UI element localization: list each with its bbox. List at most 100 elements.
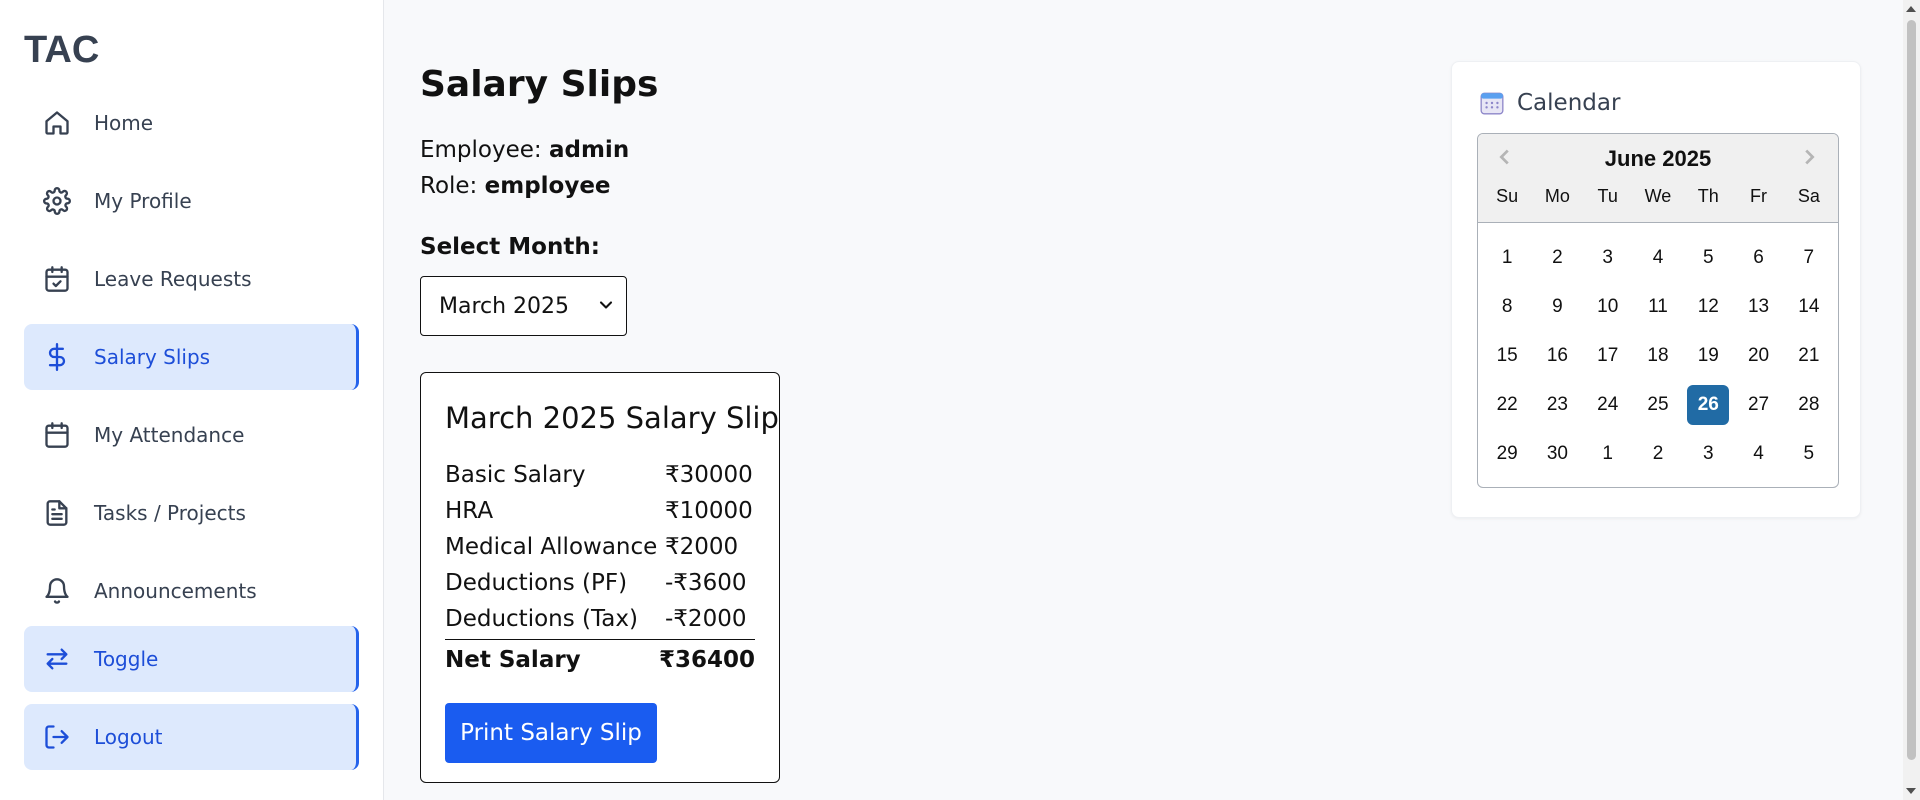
sidebar-item-label: Announcements: [94, 579, 257, 603]
sidebar: TAC Home My Profile Leave Requests Salar…: [0, 0, 384, 800]
calendar-day-selected[interactable]: 26: [1687, 384, 1730, 425]
home-icon: [42, 108, 72, 138]
net-salary-label: Net Salary: [445, 646, 581, 673]
salary-row-label: Basic Salary: [445, 462, 586, 488]
calendar-week-row: 22 23 24 25 26 27 28: [1482, 380, 1834, 429]
calendar-day[interactable]: 4: [1737, 434, 1779, 474]
calendar-day[interactable]: 1: [1587, 434, 1629, 474]
salary-row-value: -₹2000: [665, 606, 747, 632]
salary-row-label: Deductions (Tax): [445, 606, 638, 632]
calendar-day[interactable]: 10: [1587, 287, 1629, 327]
net-salary-value: ₹36400: [658, 646, 755, 673]
calendar-day[interactable]: 7: [1788, 238, 1830, 278]
salary-row-pf: Deductions (PF) -₹3600: [445, 565, 755, 601]
calendar-day[interactable]: 3: [1587, 238, 1629, 278]
calendar-day[interactable]: 19: [1687, 336, 1729, 376]
salary-row-value: ₹30000: [665, 462, 753, 488]
net-salary-row: Net Salary ₹36400: [445, 639, 755, 679]
sidebar-item-label: My Attendance: [94, 423, 245, 447]
calendar-header: Calendar: [1479, 90, 1620, 116]
calendar-day[interactable]: 3: [1687, 434, 1729, 474]
toggle-button[interactable]: Toggle: [24, 626, 359, 692]
sidebar-item-my-attendance[interactable]: My Attendance: [24, 402, 359, 468]
salary-row-label: Medical Allowance: [445, 534, 658, 560]
sidebar-item-tasks-projects[interactable]: Tasks / Projects: [24, 480, 359, 546]
calendar-day[interactable]: 9: [1536, 287, 1578, 327]
calendar-day[interactable]: 5: [1687, 238, 1729, 278]
calendar-day[interactable]: 23: [1536, 385, 1578, 425]
calendar-check-icon: [42, 264, 72, 294]
weekday-label: Th: [1697, 186, 1719, 206]
sidebar-item-salary-slips[interactable]: Salary Slips: [24, 324, 359, 390]
sidebar-item-leave-requests[interactable]: Leave Requests: [24, 246, 359, 312]
calendar-day[interactable]: 13: [1737, 287, 1779, 327]
date-picker: June 2025 Su Mo Tu We Th Fr Sa 123456789…: [1477, 133, 1839, 488]
calendar-day[interactable]: 15: [1486, 336, 1528, 376]
calendar-day[interactable]: 24: [1587, 385, 1629, 425]
calendar-day[interactable]: 30: [1536, 434, 1578, 474]
calendar-day[interactable]: 29: [1486, 434, 1528, 474]
logout-icon: [42, 722, 72, 752]
salary-row-basic: Basic Salary ₹30000: [445, 457, 755, 493]
salary-row-hra: HRA ₹10000: [445, 493, 755, 529]
calendar-week-row: 15 16 17 18 19 20 21: [1482, 331, 1834, 380]
sidebar-item-label: Home: [94, 111, 154, 135]
sidebar-item-label: Leave Requests: [94, 267, 252, 291]
calendar-day[interactable]: 28: [1788, 385, 1830, 425]
date-picker-header: June 2025 Su Mo Tu We Th Fr Sa: [1478, 134, 1838, 223]
sidebar-item-my-profile[interactable]: My Profile: [24, 168, 359, 234]
calendar-day[interactable]: 14: [1788, 287, 1830, 327]
calendar-day[interactable]: 8: [1486, 287, 1528, 327]
salary-row-value: ₹10000: [665, 498, 753, 524]
calendar-day[interactable]: 25: [1637, 385, 1679, 425]
month-select-value: March 2025: [439, 293, 570, 319]
calendar-day[interactable]: 16: [1536, 336, 1578, 376]
scroll-up-arrow-icon[interactable]: [1906, 6, 1916, 12]
month-select[interactable]: March 2025: [420, 276, 627, 336]
salary-slip-title: March 2025 Salary Slip: [445, 401, 779, 435]
calendar-week-row: 8 9 10 11 12 13 14: [1482, 282, 1834, 331]
brand-logo: TAC: [24, 29, 100, 71]
calendar-day[interactable]: 27: [1737, 385, 1779, 425]
vertical-scrollbar[interactable]: [1903, 0, 1920, 800]
calendar-day[interactable]: 21: [1788, 336, 1830, 376]
calendar-day[interactable]: 5: [1788, 434, 1830, 474]
role-label: Role:: [420, 173, 478, 199]
logout-button[interactable]: Logout: [24, 704, 359, 770]
calendar-week-row: 1234567: [1482, 233, 1834, 282]
select-month-label: Select Month:: [420, 234, 600, 260]
scroll-down-arrow-icon[interactable]: [1906, 788, 1916, 794]
calendar-day[interactable]: 11: [1637, 287, 1679, 327]
print-salary-slip-button[interactable]: Print Salary Slip: [445, 703, 657, 763]
toggle-label: Toggle: [94, 647, 159, 671]
chevron-down-icon: [599, 301, 613, 309]
calendar-day[interactable]: 18: [1637, 336, 1679, 376]
calendar-day[interactable]: 20: [1737, 336, 1779, 376]
sidebar-nav: Home My Profile Leave Requests Salary Sl…: [24, 90, 359, 770]
calendar-day[interactable]: 1: [1486, 238, 1528, 278]
employee-info: Employee: admin: [420, 137, 629, 163]
dollar-icon: [42, 342, 72, 372]
calendar-day[interactable]: 17: [1587, 336, 1629, 376]
calendar-month-label: June 2025: [1604, 146, 1712, 171]
calendar-day[interactable]: 2: [1637, 434, 1679, 474]
weekday-label: Sa: [1797, 186, 1820, 206]
calendar-grid: 1 2 3 4 5 6 7 8 9 10 11 12 13 14 15 16 17 18 19 20 21 22 23 24 2…: [1478, 223, 1838, 478]
calendar-day[interactable]: 12: [1687, 287, 1729, 327]
sidebar-item-home[interactable]: Home: [24, 90, 359, 156]
calendar-day[interactable]: 2: [1536, 238, 1578, 278]
role-info: Role: employee: [420, 173, 611, 199]
chevron-right-icon[interactable]: [1798, 146, 1822, 170]
sidebar-item-label: Tasks / Projects: [94, 501, 246, 525]
weekday-label: Su: [1496, 186, 1519, 206]
scrollbar-thumb[interactable]: [1907, 20, 1916, 760]
weekday-label: Mo: [1544, 186, 1570, 206]
calendar-day[interactable]: 4: [1637, 238, 1679, 278]
calendar-day[interactable]: 22: [1486, 385, 1528, 425]
role-value: employee: [484, 173, 611, 199]
calendar-day[interactable]: 6: [1737, 238, 1779, 278]
salary-slip-card: March 2025 Salary Slip Basic Salary ₹300…: [420, 372, 780, 783]
salary-row-value: -₹3600: [665, 570, 747, 596]
page-title: Salary Slips: [420, 64, 659, 105]
sidebar-item-announcements[interactable]: Announcements: [24, 558, 359, 624]
